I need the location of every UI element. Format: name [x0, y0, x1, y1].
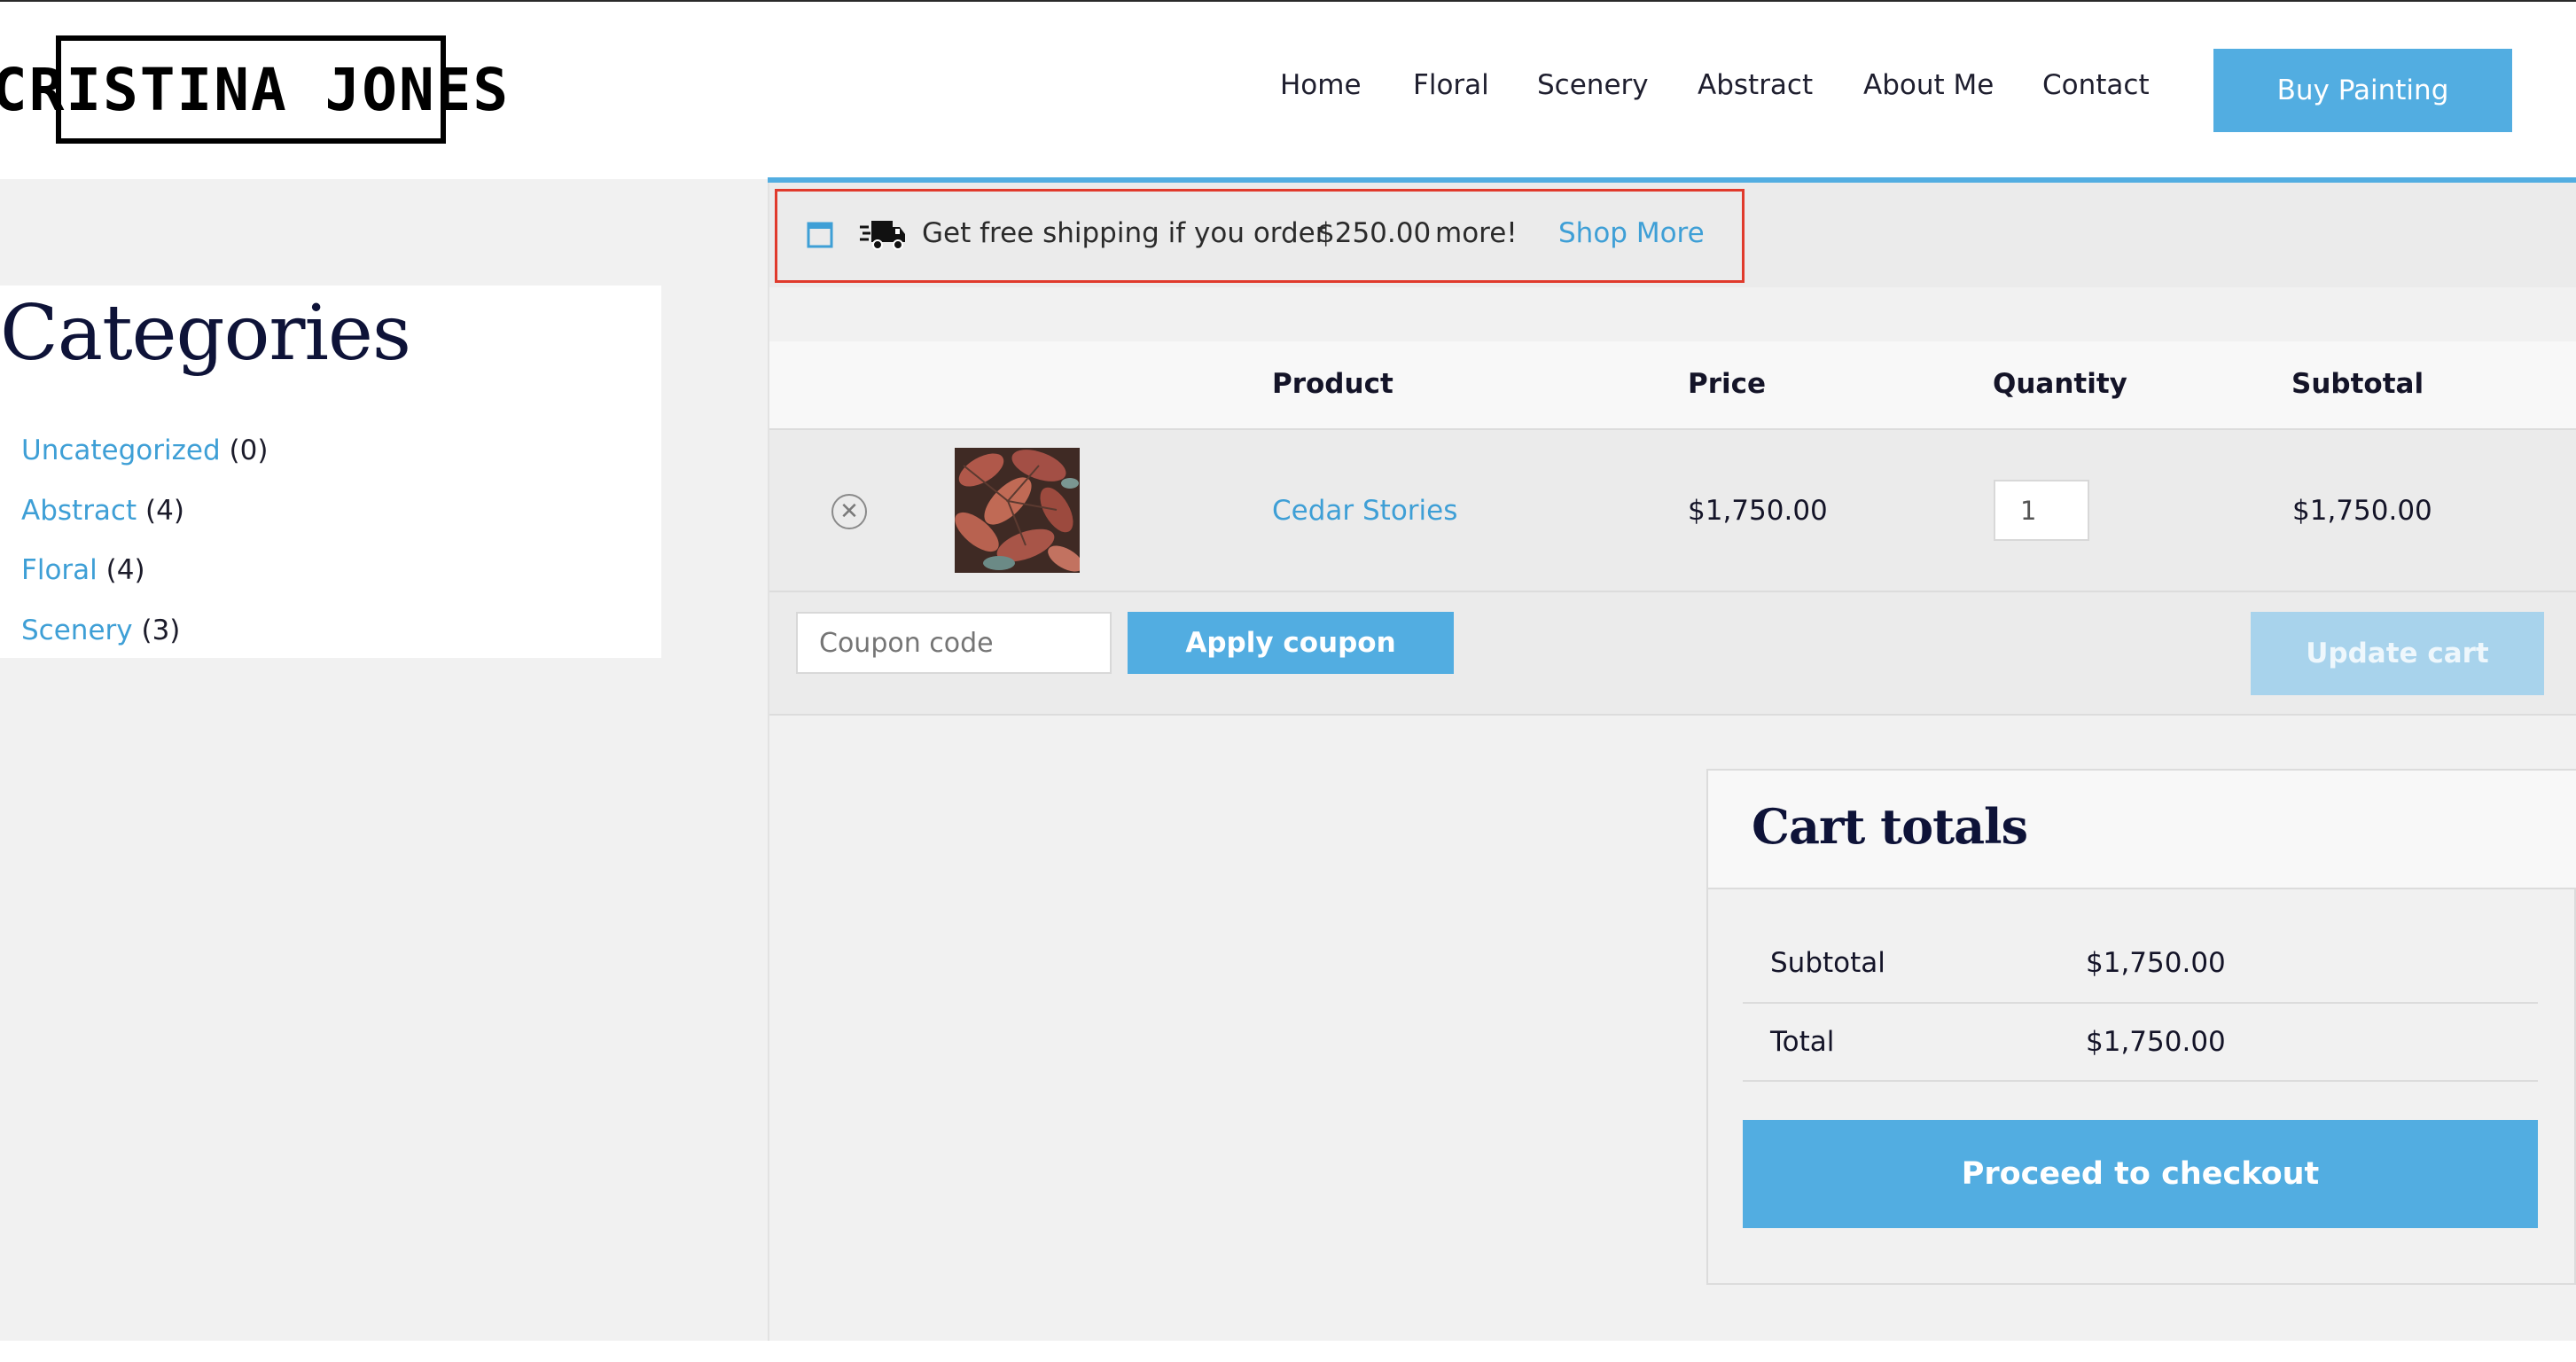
shop-more-link[interactable]: Shop More	[1558, 217, 1705, 249]
category-count: (3)	[141, 614, 181, 646]
nav-item-home[interactable]: Home	[1280, 69, 1362, 101]
category-count: (4)	[105, 554, 145, 586]
subtotal-label: Subtotal	[1770, 947, 1885, 979]
total-value: $1,750.00	[2086, 1026, 2226, 1058]
proceed-to-checkout-button[interactable]: Proceed to checkout	[1743, 1120, 2538, 1228]
nav-item-contact[interactable]: Contact	[2042, 69, 2150, 101]
apply-coupon-button[interactable]: Apply coupon	[1128, 612, 1454, 674]
category-item: Abstract (4)	[21, 495, 184, 527]
nav-item-about-me[interactable]: About Me	[1863, 69, 1994, 101]
notice-accent-bar	[768, 177, 2576, 183]
total-label: Total	[1770, 1026, 1835, 1058]
quantity-input[interactable]	[1994, 480, 2089, 541]
nav-item-floral[interactable]: Floral	[1413, 69, 1489, 101]
totals-divider	[1743, 1080, 2538, 1082]
category-link-scenery[interactable]: Scenery	[21, 614, 133, 646]
column-header-product: Product	[1272, 368, 1393, 400]
logo-text: CRISTINA JONES	[0, 55, 511, 124]
coupon-code-input[interactable]	[796, 612, 1112, 674]
notice-amount: $250.00	[1317, 217, 1432, 249]
category-link-floral[interactable]: Floral	[21, 554, 98, 586]
cart-totals-title: Cart totals	[1752, 798, 2028, 855]
column-header-subtotal: Subtotal	[2291, 368, 2424, 400]
product-name-link[interactable]: Cedar Stories	[1272, 495, 1457, 527]
category-item: Scenery (3)	[21, 614, 180, 646]
buy-painting-button[interactable]: Buy Painting	[2213, 49, 2512, 132]
category-link-abstract[interactable]: Abstract	[21, 495, 137, 527]
remove-item-icon[interactable]: ✕	[831, 494, 867, 529]
column-header-quantity: Quantity	[1993, 368, 2127, 400]
nav-item-abstract[interactable]: Abstract	[1698, 69, 1813, 101]
product-price: $1,750.00	[1688, 495, 1828, 527]
row-divider	[769, 591, 2576, 592]
painting-leaves-image	[955, 448, 1080, 573]
category-item: Uncategorized (0)	[21, 434, 268, 466]
update-cart-button[interactable]: Update cart	[2251, 612, 2544, 695]
site-logo[interactable]: CRISTINA JONES	[0, 35, 511, 144]
category-link-uncategorized[interactable]: Uncategorized	[21, 434, 221, 466]
totals-divider	[1743, 1002, 2538, 1004]
category-item: Floral (4)	[21, 554, 145, 586]
nav-item-scenery[interactable]: Scenery	[1537, 69, 1649, 101]
category-count: (0)	[229, 434, 269, 466]
subtotal-value: $1,750.00	[2086, 947, 2226, 979]
page-bottom-strip	[0, 1341, 2576, 1362]
product-subtotal: $1,750.00	[2292, 495, 2432, 527]
categories-title: Categories	[0, 289, 411, 378]
category-count: (4)	[145, 495, 184, 527]
product-name[interactable]: Cedar Stories	[1272, 495, 1457, 527]
window-icon	[807, 222, 833, 248]
delivery-truck-icon	[860, 221, 905, 250]
notice-text-end: more!	[1435, 217, 1518, 249]
column-header-price: Price	[1688, 368, 1767, 400]
notice-text: Get free shipping if you order	[922, 217, 1327, 249]
product-thumbnail[interactable]	[955, 448, 1080, 573]
